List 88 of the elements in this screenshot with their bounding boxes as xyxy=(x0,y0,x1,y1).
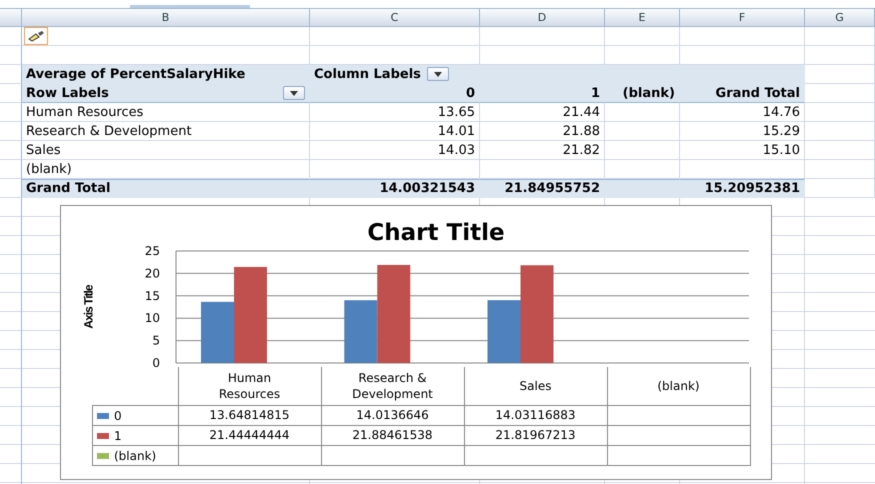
column-header[interactable]: D xyxy=(480,9,605,27)
grid-cell[interactable] xyxy=(805,160,875,179)
category-label: Human Resources xyxy=(218,370,282,402)
data-table-value: 21.88461538 xyxy=(352,428,433,442)
grid-cell[interactable] xyxy=(680,27,805,46)
column-header[interactable]: E xyxy=(605,9,680,27)
row-header[interactable] xyxy=(0,179,22,198)
row-label[interactable]: Sales xyxy=(22,141,310,160)
grid-cell[interactable] xyxy=(22,46,310,65)
axis-title: Axis Title xyxy=(82,284,96,328)
grid-cell[interactable] xyxy=(310,27,480,46)
value-cell[interactable]: 21.44 xyxy=(480,103,605,122)
grid-cell[interactable] xyxy=(805,103,875,122)
column-header[interactable]: C xyxy=(310,9,480,27)
tick-label: 5 xyxy=(152,334,160,348)
grand-total-label[interactable]: Grand Total xyxy=(22,179,310,198)
data-table-value: 14.03116883 xyxy=(495,408,576,422)
row-label[interactable]: (blank) xyxy=(22,160,310,179)
value-cell[interactable]: 14.76 xyxy=(680,103,805,122)
value-cell[interactable]: 14.03 xyxy=(310,141,480,160)
data-table-value: 21.81967213 xyxy=(495,428,576,442)
value-cell[interactable]: 15.10 xyxy=(680,141,805,160)
category-label: Sales xyxy=(520,378,552,394)
tick-label: 15 xyxy=(144,288,160,303)
row-labels-header: Row Labels xyxy=(26,86,109,100)
row-header[interactable] xyxy=(0,122,22,141)
grid-cell[interactable] xyxy=(310,160,480,179)
category-label: (blank) xyxy=(657,378,700,394)
value-cell[interactable]: 21.88 xyxy=(480,122,605,141)
value-cell[interactable]: 21.84955752 xyxy=(480,179,605,198)
category-label: Research & Development xyxy=(351,370,434,402)
column-label[interactable]: (blank) xyxy=(605,84,680,103)
legend-entry: 1 xyxy=(97,428,122,442)
caret-icon xyxy=(434,72,442,76)
tick-label: 0 xyxy=(152,356,160,367)
paste-options-icon[interactable] xyxy=(24,27,48,45)
data-table-value: 14.0136646 xyxy=(356,408,429,422)
value-cell[interactable]: 14.01 xyxy=(310,122,480,141)
value-cell[interactable]: 13.65 xyxy=(310,103,480,122)
grid-cell[interactable] xyxy=(805,179,875,198)
grid-cell[interactable] xyxy=(680,46,805,65)
column-header[interactable]: B xyxy=(22,9,310,27)
grid-cell[interactable] xyxy=(680,160,805,179)
grid-cell[interactable] xyxy=(480,160,605,179)
column-header[interactable]: G xyxy=(805,9,875,27)
legend-entry: 0 xyxy=(97,408,122,422)
grid-cell[interactable] xyxy=(605,122,680,141)
tick-label: 10 xyxy=(144,311,160,326)
row-header[interactable] xyxy=(0,160,22,179)
column-header[interactable]: F xyxy=(680,9,805,27)
row-header[interactable] xyxy=(0,141,22,160)
value-field-label[interactable]: Average of PercentSalaryHike xyxy=(22,65,310,84)
value-cell[interactable]: 15.20952381 xyxy=(680,179,805,198)
filter-dropdown[interactable] xyxy=(283,86,305,100)
grid-cell[interactable] xyxy=(805,84,875,103)
row-label[interactable]: Research & Development xyxy=(22,122,310,141)
row-header[interactable] xyxy=(0,84,22,103)
grid-cell[interactable] xyxy=(805,141,875,160)
legend-entry: (blank) xyxy=(97,448,156,462)
tick-label: 25 xyxy=(144,246,160,258)
grid-cell[interactable] xyxy=(605,103,680,122)
grid-cell[interactable] xyxy=(605,46,680,65)
grid-cell[interactable] xyxy=(805,27,875,46)
grid-cell[interactable] xyxy=(805,46,875,65)
grid-cell[interactable] xyxy=(605,27,680,46)
grid-cell[interactable] xyxy=(480,46,605,65)
row-header[interactable] xyxy=(0,103,22,122)
caret-icon xyxy=(290,90,298,96)
grid-cell[interactable] xyxy=(605,141,680,160)
grid-cell[interactable] xyxy=(605,160,680,179)
column-label[interactable]: 0 xyxy=(310,84,480,103)
value-cell[interactable]: 15.29 xyxy=(680,122,805,141)
value-cell[interactable]: 21.82 xyxy=(480,141,605,160)
data-table-value: 21.44444444 xyxy=(209,428,290,442)
column-label[interactable]: Grand Total xyxy=(680,84,805,103)
chart-title: Chart Title xyxy=(367,220,505,246)
grid-cell[interactable] xyxy=(805,65,875,84)
value-cell[interactable]: 14.00321543 xyxy=(310,179,480,198)
column-label[interactable]: 1 xyxy=(480,84,605,103)
row-header[interactable] xyxy=(0,65,22,84)
data-table-value: 13.64814815 xyxy=(209,408,290,422)
row-label[interactable]: Human Resources xyxy=(22,103,310,122)
grid-cell[interactable] xyxy=(480,27,605,46)
grid-cell[interactable] xyxy=(805,122,875,141)
filter-dropdown[interactable] xyxy=(426,67,449,81)
grid-cell[interactable] xyxy=(310,46,480,65)
column-labels-header: Column Labels xyxy=(314,66,421,82)
tick-label: 20 xyxy=(144,266,160,280)
